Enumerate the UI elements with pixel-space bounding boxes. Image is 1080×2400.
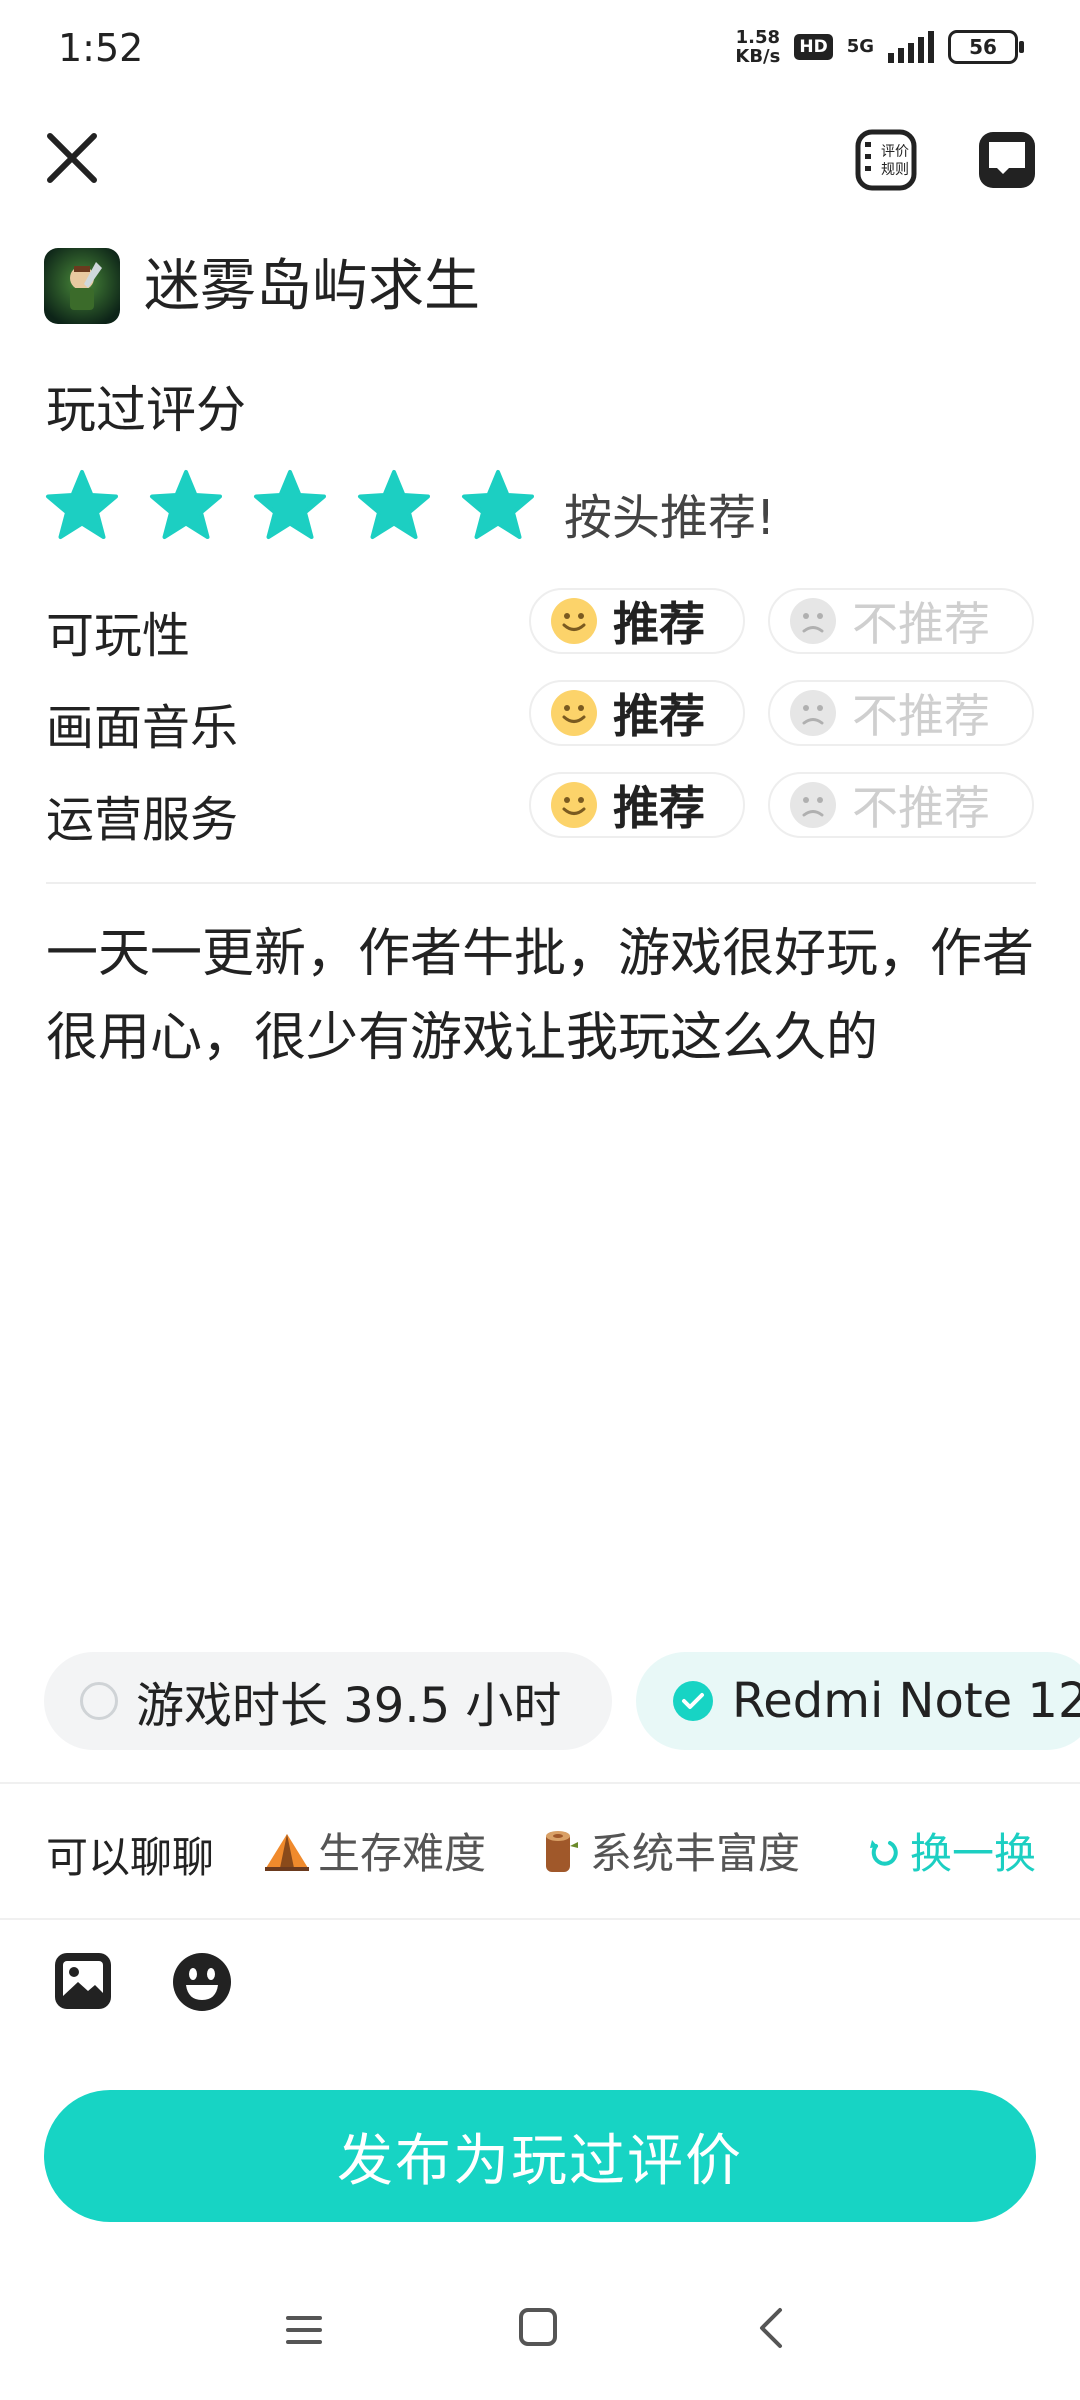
chat-icon bbox=[979, 132, 1035, 188]
emoji-icon bbox=[173, 1953, 231, 2011]
not-recommend-label: 不推荐 bbox=[852, 597, 990, 651]
aspect-row-playability: 可玩性 推荐 不推荐 bbox=[46, 588, 1036, 664]
network-speed-unit: KB/s bbox=[735, 46, 781, 67]
smile-face-icon bbox=[551, 598, 597, 644]
star-icon[interactable] bbox=[252, 468, 328, 544]
battery-icon: 56 bbox=[948, 30, 1024, 64]
status-icons: 1.58 KB/s HD 5G 56 bbox=[735, 28, 1024, 66]
hd-badge: HD bbox=[794, 34, 833, 60]
rating-text: 按头推荐! bbox=[564, 490, 776, 546]
wood-log-icon bbox=[546, 1830, 578, 1872]
review-rules-icon: 评价 规则 bbox=[855, 129, 917, 191]
swap-label: 换一换 bbox=[909, 1829, 1036, 1878]
topic-lead: 可以聊聊 bbox=[46, 1833, 215, 1882]
image-icon bbox=[55, 1953, 111, 2009]
nav-menu-button[interactable] bbox=[284, 2310, 324, 2350]
recommend-label: 推荐 bbox=[613, 781, 705, 835]
aspect-label: 运营服务 bbox=[46, 792, 239, 848]
nav-home-button[interactable] bbox=[518, 2306, 558, 2348]
network-type: 5G bbox=[846, 36, 874, 57]
playtime-chip[interactable]: 游戏时长 39.5 小时 bbox=[44, 1652, 612, 1750]
recommend-button[interactable]: 推荐 bbox=[529, 772, 745, 838]
divider bbox=[46, 882, 1036, 884]
back-chevron-icon bbox=[760, 2308, 782, 2348]
recommend-button[interactable]: 推荐 bbox=[529, 680, 745, 746]
aspect-row-graphics-music: 画面音乐 推荐 不推荐 bbox=[46, 680, 1036, 756]
sad-face-icon bbox=[790, 598, 836, 644]
star-icon[interactable] bbox=[44, 468, 120, 544]
sad-face-icon bbox=[790, 782, 836, 828]
refresh-icon bbox=[869, 1839, 898, 1866]
review-text-input[interactable]: 一天一更新，作者牛批，游戏很好玩，作者很用心，很少有游戏让我玩这么久的 bbox=[46, 912, 1036, 1080]
home-square-icon bbox=[519, 2308, 557, 2346]
recommend-label: 推荐 bbox=[613, 597, 705, 651]
game-title: 迷雾岛屿求生 bbox=[144, 254, 480, 319]
game-icon bbox=[44, 248, 120, 324]
close-button[interactable] bbox=[42, 128, 102, 188]
insert-emoji-button[interactable] bbox=[170, 1950, 234, 2014]
status-time: 1:52 bbox=[58, 26, 144, 70]
nav-back-button[interactable] bbox=[756, 2306, 786, 2350]
publish-button[interactable]: 发布为玩过评价 bbox=[44, 2090, 1036, 2222]
chat-button[interactable] bbox=[975, 128, 1039, 192]
signal-icon bbox=[888, 31, 934, 63]
smile-face-icon bbox=[551, 690, 597, 736]
recommend-button[interactable]: 推荐 bbox=[529, 588, 745, 654]
star-icon[interactable] bbox=[460, 468, 536, 544]
review-rules-button[interactable]: 评价 规则 bbox=[854, 128, 918, 192]
check-circle-icon bbox=[673, 1681, 713, 1721]
not-recommend-label: 不推荐 bbox=[852, 781, 990, 835]
tent-icon bbox=[265, 1833, 309, 1871]
topic-system-richness[interactable]: 系统丰富度 bbox=[534, 1820, 800, 1881]
swap-topics-button[interactable]: 换一换 bbox=[866, 1820, 1036, 1881]
insert-image-button[interactable] bbox=[52, 1950, 114, 2012]
network-speed: 1.58 KB/s bbox=[735, 28, 780, 66]
radio-unchecked-icon bbox=[80, 1682, 118, 1720]
star-icon[interactable] bbox=[148, 468, 224, 544]
topic-label: 系统丰富度 bbox=[590, 1829, 801, 1878]
topic-suggestions: 可以聊聊 生存难度 系统丰富度 换一换 bbox=[46, 1820, 1036, 1882]
aspect-label: 可玩性 bbox=[46, 608, 191, 664]
star-rating[interactable] bbox=[44, 468, 536, 544]
device-label: Redmi Note 12 bbox=[732, 1673, 1080, 1729]
aspect-label: 画面音乐 bbox=[46, 700, 239, 756]
tag-chips: 游戏时长 39.5 小时 Redmi Note 12 bbox=[44, 1652, 1080, 1750]
device-chip[interactable]: Redmi Note 12 bbox=[636, 1652, 1080, 1750]
topic-survival-difficulty[interactable]: 生存难度 bbox=[262, 1820, 486, 1881]
not-recommend-label: 不推荐 bbox=[852, 689, 990, 743]
review-rules-label-2: 规则 bbox=[881, 162, 909, 178]
rating-section-title: 玩过评分 bbox=[46, 381, 246, 439]
topic-label: 生存难度 bbox=[318, 1829, 487, 1878]
review-rules-label-1: 评价 bbox=[881, 144, 909, 160]
close-icon bbox=[47, 133, 97, 183]
network-speed-value: 1.58 bbox=[735, 27, 781, 48]
not-recommend-button[interactable]: 不推荐 bbox=[768, 680, 1034, 746]
recommend-label: 推荐 bbox=[613, 689, 705, 743]
playtime-label: 游戏时长 39.5 小时 bbox=[136, 1678, 562, 1734]
divider bbox=[0, 1782, 1080, 1784]
not-recommend-button[interactable]: 不推荐 bbox=[768, 588, 1034, 654]
battery-level: 56 bbox=[969, 35, 997, 59]
not-recommend-button[interactable]: 不推荐 bbox=[768, 772, 1034, 838]
aspect-row-operations: 运营服务 推荐 不推荐 bbox=[46, 772, 1036, 848]
sad-face-icon bbox=[790, 690, 836, 736]
smile-face-icon bbox=[551, 782, 597, 828]
star-icon[interactable] bbox=[356, 468, 432, 544]
menu-icon bbox=[286, 2316, 322, 2344]
divider bbox=[0, 1918, 1080, 1920]
